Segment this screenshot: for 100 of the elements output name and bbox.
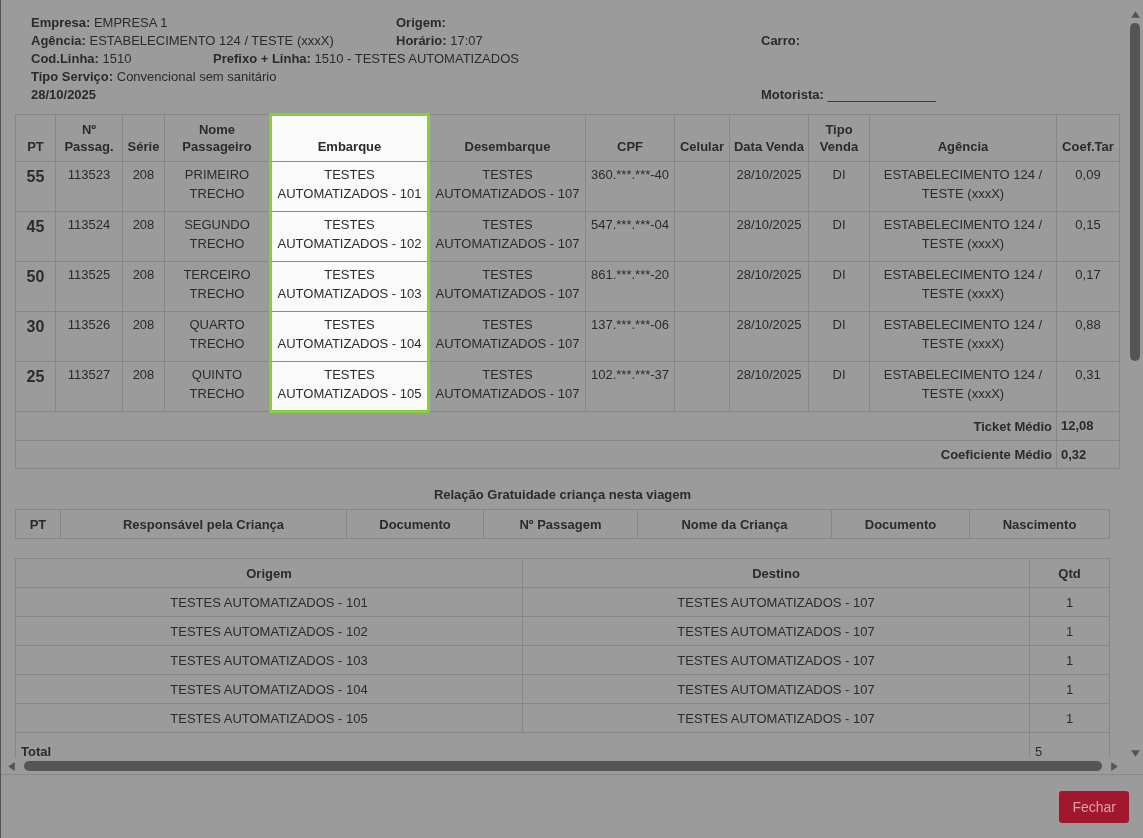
summary-label: Ticket Médio <box>15 411 1057 441</box>
table-cell: 1 <box>1029 616 1110 646</box>
table-cell: ESTABELECIMENTO 124 / TESTE (xxxX) <box>869 361 1057 412</box>
table-cell: TESTES AUTOMATIZADOS - 107 <box>522 616 1030 646</box>
column-header: Coef.Tar <box>1056 114 1120 162</box>
column-header: Qtd <box>1029 558 1110 588</box>
column-header: Documento <box>831 509 970 539</box>
table-cell: 208 <box>122 311 165 362</box>
column-header: Nº Passagem <box>483 509 638 539</box>
table-cell: 102.***.***-37 <box>585 361 675 412</box>
table-cell: 0,15 <box>1056 211 1120 262</box>
column-header: Agência <box>869 114 1057 162</box>
column-header: Nome da Criança <box>637 509 832 539</box>
table-cell: 28/10/2025 <box>729 361 809 412</box>
table-cell: 55 <box>15 161 56 212</box>
table-cell: 0,88 <box>1056 311 1120 362</box>
table-cell: 0,09 <box>1056 161 1120 212</box>
column-header: Data Venda <box>729 114 809 162</box>
table-cell: ESTABELECIMENTO 124 / TESTE (xxxX) <box>869 161 1057 212</box>
table-cell: 208 <box>122 361 165 412</box>
table-cell: DI <box>808 211 870 262</box>
info-field: Origem: <box>396 14 446 31</box>
summary-value: 0,32 <box>1056 440 1120 469</box>
section-title: Relação Gratuidade criança nesta viagem <box>432 487 693 502</box>
table-cell: 25 <box>15 361 56 412</box>
table-cell: TESTES AUTOMATIZADOS - 104 <box>270 311 429 362</box>
scroll-up-icon[interactable] <box>1129 10 1141 19</box>
table-cell: TESTES AUTOMATIZADOS - 103 <box>270 261 429 312</box>
table-cell: TESTES AUTOMATIZADOS - 107 <box>522 587 1030 617</box>
column-header: Nascimento <box>969 509 1110 539</box>
table-cell: 1 <box>1029 587 1110 617</box>
info-field: Tipo Serviço: Convencional sem sanitário <box>31 68 277 85</box>
table-cell: 1 <box>1029 703 1110 733</box>
info-field: Carro: <box>761 32 800 49</box>
table-cell: DI <box>808 311 870 362</box>
info-field: Empresa: EMPRESA 1 <box>31 14 168 31</box>
table-cell: 30 <box>15 311 56 362</box>
trip-date: 28/10/2025 <box>31 86 97 103</box>
column-header: Tipo Venda <box>808 114 870 162</box>
table-cell: DI <box>808 161 870 212</box>
horizontal-scrollbar[interactable] <box>1 758 1143 775</box>
table-cell: ESTABELECIMENTO 124 / TESTE (xxxX) <box>869 211 1057 262</box>
info-field: Cod.Linha: 1510 <box>31 50 132 67</box>
table-cell: TESTES AUTOMATIZADOS - 105 <box>15 703 523 733</box>
table-cell: 113524 <box>55 211 123 262</box>
table-cell: TESTES AUTOMATIZADOS - 103 <box>15 645 523 675</box>
table-cell: TESTES AUTOMATIZADOS - 107 <box>428 311 586 362</box>
table-cell: 137.***.***-06 <box>585 311 675 362</box>
table-cell: TESTES AUTOMATIZADOS - 107 <box>428 261 586 312</box>
table-cell: TESTES AUTOMATIZADOS - 105 <box>270 361 429 412</box>
column-header: Documento <box>346 509 484 539</box>
scroll-down-icon[interactable] <box>1129 749 1141 758</box>
table-cell: 28/10/2025 <box>729 161 809 212</box>
table-cell: 1 <box>1029 645 1110 675</box>
table-cell: TESTES AUTOMATIZADOS - 107 <box>428 161 586 212</box>
column-header: Nº Passag. <box>55 114 123 162</box>
table-cell: TESTES AUTOMATIZADOS - 101 <box>270 161 429 212</box>
table-cell: 50 <box>15 261 56 312</box>
table-cell: 113527 <box>55 361 123 412</box>
table-cell: TESTES AUTOMATIZADOS - 107 <box>428 211 586 262</box>
table-cell: 28/10/2025 <box>729 261 809 312</box>
info-field: Horário: 17:07 <box>396 32 483 49</box>
table-cell: 1 <box>1029 674 1110 704</box>
close-button[interactable]: Fechar <box>1059 791 1129 823</box>
table-cell: 28/10/2025 <box>729 211 809 262</box>
table-cell: 0,17 <box>1056 261 1120 312</box>
table-cell: TESTES AUTOMATIZADOS - 102 <box>15 616 523 646</box>
table-cell: 28/10/2025 <box>729 311 809 362</box>
table-cell: TESTES AUTOMATIZADOS - 107 <box>428 361 586 412</box>
table-cell: 208 <box>122 261 165 312</box>
table-cell: 113525 <box>55 261 123 312</box>
summary-label: Coeficiente Médio <box>15 440 1057 469</box>
column-header: Embarque <box>270 114 429 162</box>
total-label: Total <box>15 732 1030 758</box>
table-cell: TESTES AUTOMATIZADOS - 102 <box>270 211 429 262</box>
info-field: Prefixo + Linha: 1510 - TESTES AUTOMATIZADOS <box>213 50 519 67</box>
table-cell: 360.***.***-40 <box>585 161 675 212</box>
table-cell: DI <box>808 261 870 312</box>
column-header: Origem <box>15 558 523 588</box>
table-cell: TESTES AUTOMATIZADOS - 107 <box>522 674 1030 704</box>
scroll-right-icon[interactable] <box>1110 760 1119 772</box>
table-cell: ESTABELECIMENTO 124 / TESTE (xxxX) <box>869 261 1057 312</box>
table-cell: 208 <box>122 211 165 262</box>
column-header: Destino <box>522 558 1030 588</box>
table-cell: 113526 <box>55 311 123 362</box>
column-header: PT <box>15 509 61 539</box>
table-cell: 113523 <box>55 161 123 212</box>
table-cell: 861.***.***-20 <box>585 261 675 312</box>
table-cell: TESTES AUTOMATIZADOS - 104 <box>15 674 523 704</box>
column-header: PT <box>15 114 56 162</box>
column-header: Série <box>122 114 165 162</box>
column-header: Desembarque <box>428 114 586 162</box>
column-header: Responsável pela Criança <box>60 509 347 539</box>
scroll-left-icon[interactable] <box>7 760 16 772</box>
table-cell: ESTABELECIMENTO 124 / TESTE (xxxX) <box>869 311 1057 362</box>
column-header: Celular <box>674 114 730 162</box>
table-cell: 208 <box>122 161 165 212</box>
table-cell: DI <box>808 361 870 412</box>
table-cell: TESTES AUTOMATIZADOS - 101 <box>15 587 523 617</box>
info-field: Motorista: _______________ <box>761 86 936 103</box>
